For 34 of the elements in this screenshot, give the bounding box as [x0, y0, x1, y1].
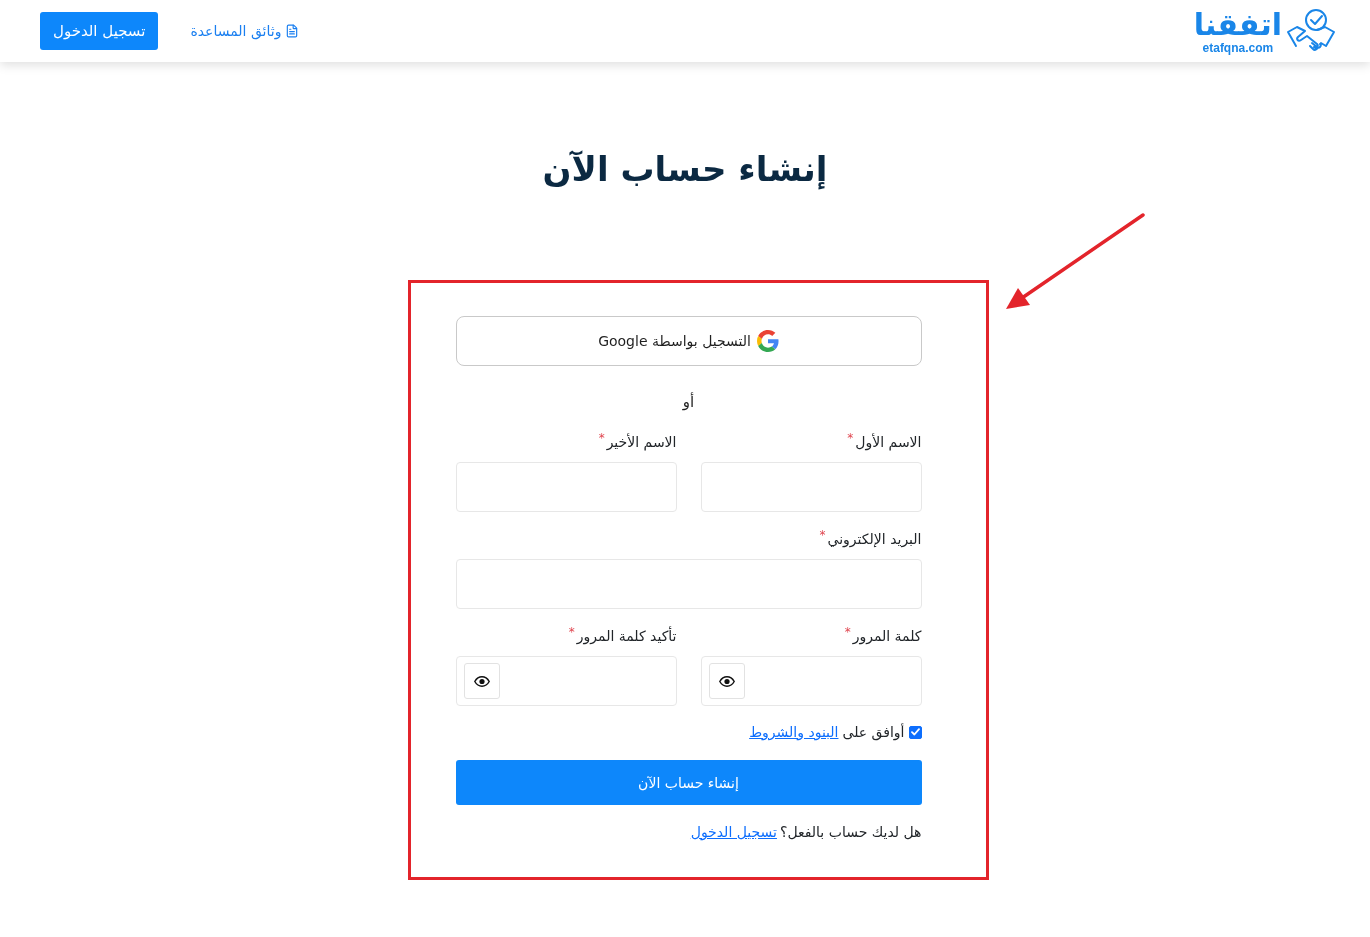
login-prompt-text: هل لديك حساب بالفعل؟ [779, 823, 922, 842]
terms-text: أوافق على [842, 722, 905, 743]
terms-link[interactable]: البنود والشروط [749, 720, 839, 744]
required-mark: * [598, 430, 605, 446]
field-label: الاسم الأول [855, 432, 922, 453]
check-icon [910, 728, 920, 736]
show-password-button[interactable] [708, 663, 745, 699]
input-field[interactable] [455, 559, 922, 609]
field-label: الاسم الأخير [606, 432, 677, 453]
login-button[interactable]: تسجيل الدخول [40, 12, 159, 50]
divider-text: أو [682, 391, 695, 413]
login-link[interactable]: تسجيل الدخول [690, 820, 777, 844]
input-field[interactable] [700, 462, 922, 512]
handshake-logo-icon [1286, 8, 1336, 54]
field-label: تأكيد كلمة المرور [576, 625, 677, 647]
google-signup-button[interactable]: التسجيل بواسطة Google [455, 316, 922, 366]
google-logo-icon [756, 330, 779, 352]
required-mark: * [847, 430, 854, 446]
show-password-button[interactable] [463, 663, 500, 699]
field-label: البريد الإلكتروني [827, 530, 922, 550]
required-mark: * [819, 527, 826, 543]
create-account-button[interactable]: إنشاء حساب الآن [455, 760, 922, 805]
eye-icon [473, 675, 490, 687]
logo-name: اتفقنا [1193, 7, 1282, 42]
terms-checkbox[interactable] [908, 725, 922, 739]
input-field[interactable] [455, 462, 677, 512]
field-label: كلمة المرور [852, 627, 922, 647]
document-icon [285, 24, 300, 38]
page-title: إنشاء حساب الآن [542, 148, 828, 192]
logo-domain: etafqna.com [1202, 41, 1274, 55]
required-mark: * [844, 624, 851, 640]
eye-icon [718, 675, 735, 687]
required-mark: * [568, 624, 575, 640]
help-docs-link[interactable]: وثائق المساعدة [190, 23, 300, 39]
